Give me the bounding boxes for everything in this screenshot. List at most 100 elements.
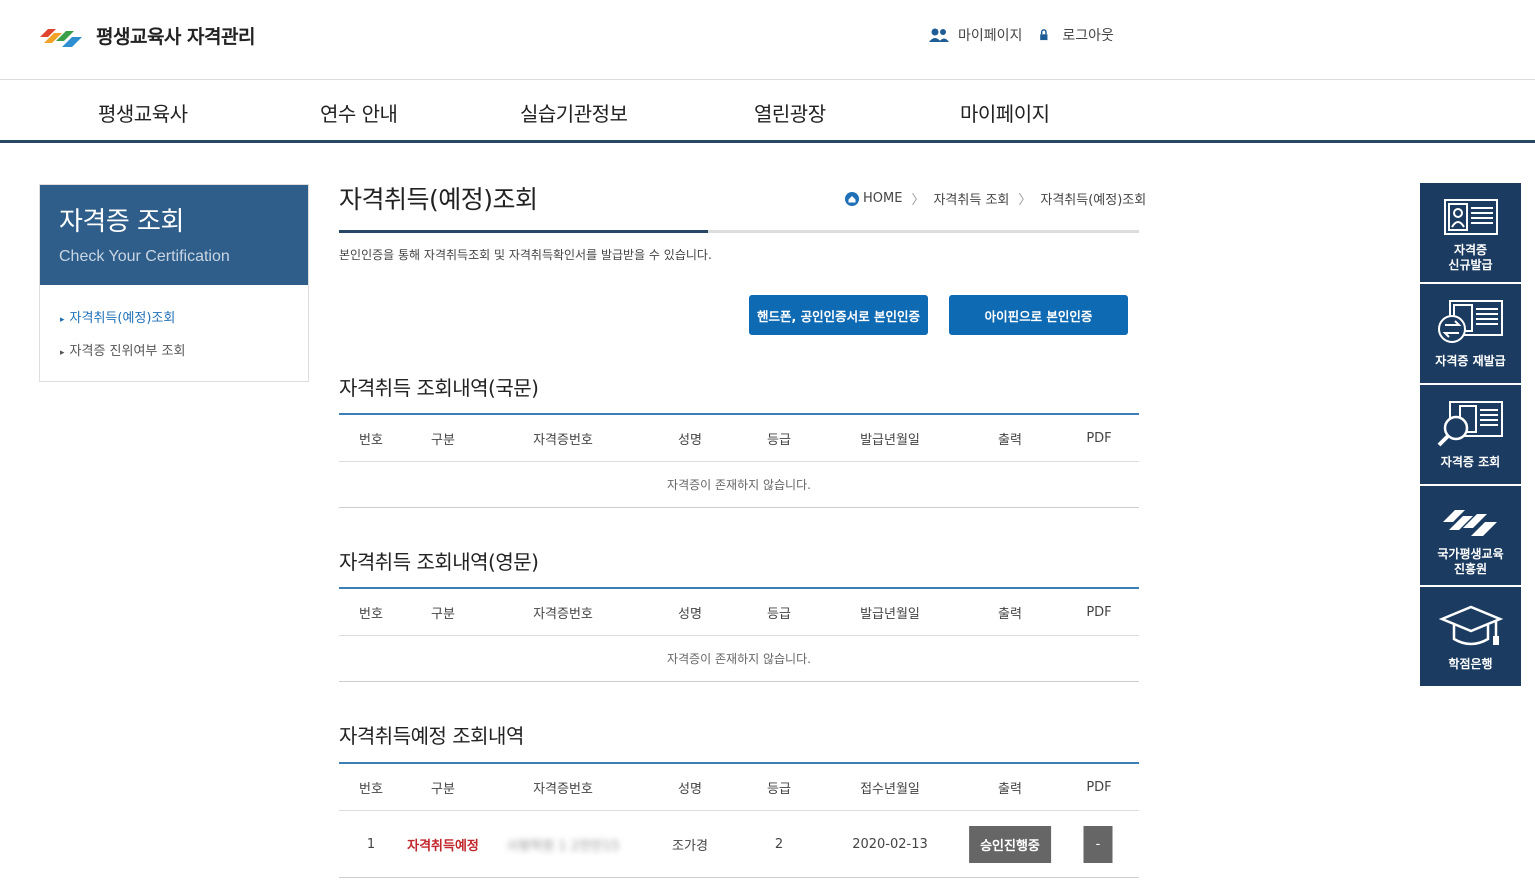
col-header: 자격증번호	[533, 432, 593, 448]
table-row: 1 자격취득예정 사평학원 1 2천만15 조가경 2 2020-02-13 승…	[339, 811, 1139, 878]
section-title-english: 자격취득 조회내역(영문)	[339, 550, 539, 574]
id-card-icon	[1443, 199, 1498, 235]
empty-row: 자격증이 존재하지 않습니다.	[339, 462, 1139, 508]
table-header: 번호 구분 자격증번호 성명 등급 발급년월일 출력 PDF	[339, 415, 1139, 462]
institute-logo-icon	[1442, 510, 1497, 536]
col-header: 성명	[678, 432, 702, 448]
side-menu: 자격증 조회 Check Your Certification ▸ 자격취득(예정…	[39, 184, 309, 382]
logo-text: 평생교육사 자격관리	[96, 26, 255, 48]
quick-menu-label: 자격증 신규발급	[1448, 243, 1493, 272]
col-header: 출력	[998, 606, 1022, 622]
nav-item-training[interactable]: 연수 안내	[320, 98, 398, 127]
breadcrumb-sep: 〉	[1018, 193, 1032, 208]
col-header: 출력	[998, 432, 1022, 448]
col-header: 발급년월일	[860, 432, 920, 448]
logout-link[interactable]: 로그아웃	[1038, 25, 1114, 45]
logout-label: 로그아웃	[1062, 28, 1114, 44]
col-header: 구분	[431, 781, 455, 797]
logo-icon	[40, 28, 82, 47]
section-title-expected: 자격취득예정 조회내역	[339, 724, 524, 748]
quick-menu-new-cert[interactable]: 자격증 신규발급	[1420, 183, 1521, 282]
bullet-icon: ▸	[60, 348, 65, 358]
col-header: PDF	[1086, 779, 1112, 795]
mypage-label: 마이페이지	[958, 28, 1023, 44]
col-header: 자격증번호	[533, 606, 593, 622]
quick-menu-label: 학점은행	[1448, 657, 1493, 671]
col-header: 번호	[359, 606, 383, 622]
table-korean: 번호 구분 자격증번호 성명 등급 발급년월일 출력 PDF 자격증이 존재하지…	[339, 413, 1139, 508]
section-title-korean: 자격취득 조회내역(국문)	[339, 376, 539, 400]
breadcrumb: HOME 〉 자격취득 조회 〉 자격취득(예정)조회	[845, 189, 1146, 208]
side-menu-header: 자격증 조회 Check Your Certification	[40, 185, 308, 285]
col-header: 자격증번호	[533, 781, 593, 797]
graduation-cap-icon	[1438, 605, 1503, 646]
top-header: 평생교육사 자격관리 마이페이지 로그아웃	[0, 0, 1535, 80]
status-badge[interactable]: 승인진행중	[969, 825, 1051, 863]
nav-item-institution[interactable]: 실습기관정보	[520, 98, 628, 127]
col-header: 성명	[678, 781, 702, 797]
quick-menu-label: 자격증 조회	[1440, 455, 1501, 469]
col-header: 등급	[767, 606, 791, 622]
side-item-label: 자격취득(예정)조회	[69, 311, 176, 326]
page-description: 본인인증을 통해 자격취득조회 및 자격취득확인서를 발급받을 수 있습니다.	[339, 248, 712, 262]
cell-cert-no: 사평학원 1 2천만15	[506, 838, 620, 854]
empty-row: 자격증이 존재하지 않습니다.	[339, 636, 1139, 682]
side-item-label: 자격증 진위여부 조회	[69, 344, 186, 359]
nav-item-forum[interactable]: 열린광장	[754, 98, 826, 127]
main-nav: 평생교육사 연수 안내 실습기관정보 열린광장 마이페이지	[0, 80, 1535, 143]
users-icon	[929, 28, 949, 42]
breadcrumb-item[interactable]: 자격취득 조회	[933, 189, 1009, 208]
table-header: 번호 구분 자격증번호 성명 등급 접수년월일 출력 PDF	[339, 764, 1139, 811]
nav-item-mypage[interactable]: 마이페이지	[960, 98, 1050, 127]
col-header: 등급	[767, 781, 791, 797]
title-divider-accent	[339, 230, 708, 233]
cell-no: 1	[366, 836, 376, 852]
col-header: 출력	[998, 781, 1022, 797]
side-menu-title: 자격증 조회	[59, 207, 184, 237]
home-icon	[845, 191, 859, 206]
table-header: 번호 구분 자격증번호 성명 등급 발급년월일 출력 PDF	[339, 589, 1139, 636]
id-card-reissue-icon	[1437, 300, 1503, 343]
page-title: 자격취득(예정)조회	[339, 185, 538, 214]
col-header: 발급년월일	[860, 606, 920, 622]
col-header: 등급	[767, 432, 791, 448]
nav-item-educator[interactable]: 평생교육사	[98, 98, 188, 127]
cell-pdf: -	[1083, 811, 1113, 877]
col-header: 접수년월일	[860, 781, 920, 797]
ipin-auth-button[interactable]: 아이핀으로 본인인증	[949, 295, 1128, 335]
lock-icon	[1040, 29, 1048, 41]
quick-menu-label: 자격증 재발급	[1435, 354, 1506, 368]
mypage-link[interactable]: 마이페이지	[928, 25, 1022, 45]
breadcrumb-sep: 〉	[911, 193, 925, 208]
quick-menu-reissue[interactable]: 자격증 재발급	[1420, 284, 1521, 383]
quick-menu-credit-bank[interactable]: 학점은행	[1420, 587, 1521, 686]
cell-grade: 2	[774, 836, 784, 852]
cell-name: 조가경	[672, 838, 708, 854]
bullet-icon: ▸	[60, 315, 65, 325]
cell-print: 승인진행중	[969, 811, 1051, 877]
side-item-cert-query[interactable]: ▸ 자격취득(예정)조회	[60, 307, 175, 326]
side-item-cert-verify[interactable]: ▸ 자격증 진위여부 조회	[60, 340, 185, 359]
site-logo[interactable]: 평생교육사 자격관리	[38, 22, 255, 49]
breadcrumb-current: 자격취득(예정)조회	[1040, 193, 1147, 208]
util-menu: 마이페이지 로그아웃	[928, 25, 1130, 45]
cell-date: 2020-02-13	[852, 836, 928, 852]
pdf-button[interactable]: -	[1083, 825, 1113, 863]
quick-menu-nile[interactable]: 국가평생교육 진흥원	[1420, 486, 1521, 585]
table-english: 번호 구분 자격증번호 성명 등급 발급년월일 출력 PDF 자격증이 존재하지…	[339, 587, 1139, 682]
quick-menu-cert-search[interactable]: 자격증 조회	[1420, 385, 1521, 484]
quick-menu-label: 국가평생교육 진흥원	[1437, 547, 1504, 576]
col-header: 구분	[431, 432, 455, 448]
table-expected: 번호 구분 자격증번호 성명 등급 접수년월일 출력 PDF 1 자격취득예정 …	[339, 762, 1139, 878]
breadcrumb-home[interactable]: HOME	[863, 191, 902, 206]
col-header: 번호	[359, 432, 383, 448]
col-header: 구분	[431, 606, 455, 622]
col-header: 성명	[678, 606, 702, 622]
col-header: PDF	[1086, 604, 1112, 620]
col-header: 번호	[359, 781, 383, 797]
phone-auth-button[interactable]: 핸드폰, 공인인증서로 본인인증	[749, 295, 928, 335]
col-header: PDF	[1086, 430, 1112, 446]
cell-type: 자격취득예정	[407, 838, 479, 854]
id-card-search-icon	[1437, 401, 1503, 447]
side-menu-subtitle: Check Your Certification	[59, 248, 230, 265]
